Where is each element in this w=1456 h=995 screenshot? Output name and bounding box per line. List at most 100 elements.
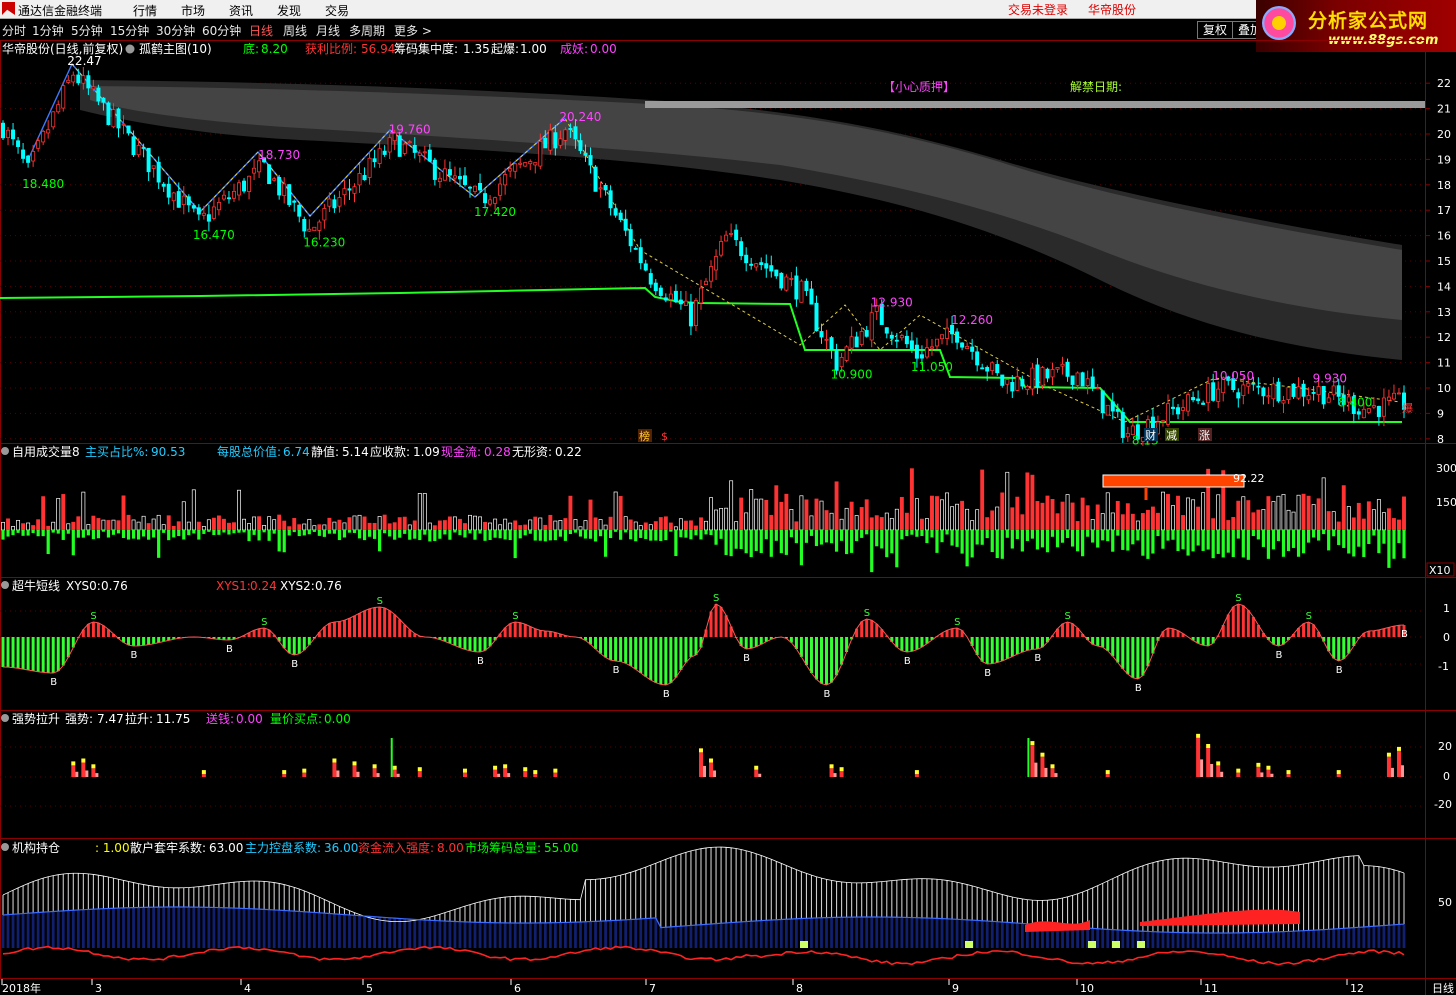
candle-body[interactable] <box>990 362 995 372</box>
volume-bar-down[interactable] <box>26 530 30 536</box>
bull-bar-negative[interactable] <box>619 637 623 662</box>
bull-bar-positive[interactable] <box>714 604 718 637</box>
bull-bar-positive[interactable] <box>403 624 407 637</box>
volume-bar-down[interactable] <box>1035 530 1040 550</box>
volume-bar-up[interactable] <box>1371 509 1376 531</box>
adjust-button[interactable]: 复权 <box>1197 21 1234 39</box>
volume-bar-up[interactable] <box>749 489 754 531</box>
volume-panel[interactable]: 自用成交量8 主买占比%: 90.53 每股总价值: 6.74 静值: 5.14… <box>1 444 1456 577</box>
volume-bar-down[interactable] <box>403 530 407 534</box>
volume-bar-up[interactable] <box>56 498 61 531</box>
volume-bar-down[interactable] <box>533 530 537 541</box>
volume-bar-up[interactable] <box>156 514 161 531</box>
volume-bar-down[interactable] <box>850 530 854 553</box>
volume-bar-down[interactable] <box>1372 530 1376 536</box>
candle-body[interactable] <box>302 219 307 232</box>
bull-bar-negative[interactable] <box>11 637 15 668</box>
volume-bar-down[interactable] <box>111 530 116 535</box>
bull-bar-positive[interactable] <box>533 628 537 637</box>
volume-bar-up[interactable] <box>1276 495 1281 531</box>
bull-bar-positive[interactable] <box>1226 614 1230 638</box>
candle-body[interactable] <box>478 182 483 191</box>
bull-bar-positive[interactable] <box>347 618 351 637</box>
candle-body[interactable] <box>784 276 789 291</box>
volume-bar-up[interactable] <box>232 522 236 531</box>
candle-body[interactable] <box>528 161 533 165</box>
bull-bar-negative[interactable] <box>980 637 984 662</box>
strong-rise-panel[interactable]: 强势拉升 强势: 7.47 拉升: 11.75 送钱: 0.00 量价买点: 0… <box>1 711 1452 811</box>
volume-bar-down[interactable] <box>388 530 392 537</box>
volume-bar-up[interactable] <box>1381 512 1386 531</box>
candle-body[interactable] <box>1045 368 1050 379</box>
volume-bar-down[interactable] <box>1030 530 1035 539</box>
menu-item-markets[interactable]: 市场 <box>181 2 205 19</box>
bull-bar-negative[interactable] <box>1276 637 1280 646</box>
volume-bar-up[interactable] <box>46 525 51 531</box>
candle-body[interactable] <box>568 128 573 130</box>
indicator-settings-icon[interactable] <box>125 44 135 54</box>
volume-bar-down[interactable] <box>468 530 472 534</box>
candle-body[interactable] <box>638 247 643 264</box>
volume-bar-down[interactable] <box>1306 530 1311 543</box>
volume-bar-up[interactable] <box>673 526 678 531</box>
volume-bar-down[interactable] <box>187 530 191 536</box>
strong-rise-bar[interactable] <box>553 772 558 777</box>
volume-bar-up[interactable] <box>588 499 593 531</box>
volume-bar-down[interactable] <box>463 530 467 538</box>
volume-bar-down[interactable] <box>553 530 557 541</box>
bull-bar-negative[interactable] <box>749 637 753 649</box>
candle-body[interactable] <box>1281 400 1286 404</box>
volume-bar-down[interactable] <box>177 530 181 537</box>
volume-bar-up[interactable] <box>21 523 26 531</box>
candle-body[interactable] <box>21 149 26 159</box>
volume-bar-down[interactable] <box>272 530 276 534</box>
volume-bar-up[interactable] <box>146 523 151 531</box>
volume-bar-up[interactable] <box>1346 506 1351 531</box>
volume-bar-up[interactable] <box>412 520 417 531</box>
candle-body[interactable] <box>1065 361 1070 377</box>
volume-bar-up[interactable] <box>1331 511 1336 531</box>
volume-bar-down[interactable] <box>1211 530 1215 559</box>
volume-bar-down[interactable] <box>614 530 618 532</box>
bull-bar-negative[interactable] <box>483 637 487 651</box>
volume-bar-down[interactable] <box>332 530 337 534</box>
candle-body[interactable] <box>201 212 206 216</box>
volume-bar-up[interactable] <box>568 495 573 531</box>
volume-bar-up[interactable] <box>1191 499 1196 531</box>
volume-bar-down[interactable] <box>81 530 85 538</box>
candle-body[interactable] <box>518 162 523 165</box>
volume-bar-up[interactable] <box>950 506 955 531</box>
bull-bar-positive[interactable] <box>373 607 377 637</box>
volume-bar-down[interactable] <box>237 530 241 533</box>
bull-bar-negative[interactable] <box>679 637 683 670</box>
candle-body[interactable] <box>1296 386 1301 399</box>
volume-bar-up[interactable] <box>302 523 307 531</box>
bull-bar-positive[interactable] <box>383 607 387 637</box>
candle-body[interactable] <box>924 347 929 358</box>
volume-bar-down[interactable] <box>759 530 763 554</box>
candle-body[interactable] <box>724 234 729 242</box>
volume-bar-up[interactable] <box>1216 494 1221 531</box>
volume-bar-down[interactable] <box>383 530 387 534</box>
volume-bar-down[interactable] <box>1236 530 1240 539</box>
candle-body[interactable] <box>508 168 513 172</box>
candle-body[interactable] <box>503 174 508 186</box>
candle-body[interactable] <box>141 147 146 149</box>
volume-bar-up[interactable] <box>1115 500 1120 531</box>
volume-bar-up[interactable] <box>463 523 467 531</box>
volume-bar-down[interactable] <box>749 530 753 558</box>
bull-bar-negative[interactable] <box>900 637 904 651</box>
volume-bar-up[interactable] <box>945 492 949 531</box>
volume-bar-down[interactable] <box>799 530 804 566</box>
volume-bar-up[interactable] <box>1015 496 1020 531</box>
candle-body[interactable] <box>764 263 769 269</box>
candle-body[interactable] <box>889 334 894 339</box>
volume-bar-down[interactable] <box>834 530 839 552</box>
bull-bar-negative[interactable] <box>905 637 909 652</box>
volume-bar-down[interactable] <box>418 530 422 541</box>
candle-body[interactable] <box>819 331 824 338</box>
strong-panel-title[interactable]: 强势拉升 <box>12 711 60 726</box>
candle-body[interactable] <box>1060 363 1065 367</box>
volume-bar-down[interactable] <box>1010 530 1014 549</box>
volume-bar-down[interactable] <box>1377 530 1381 554</box>
